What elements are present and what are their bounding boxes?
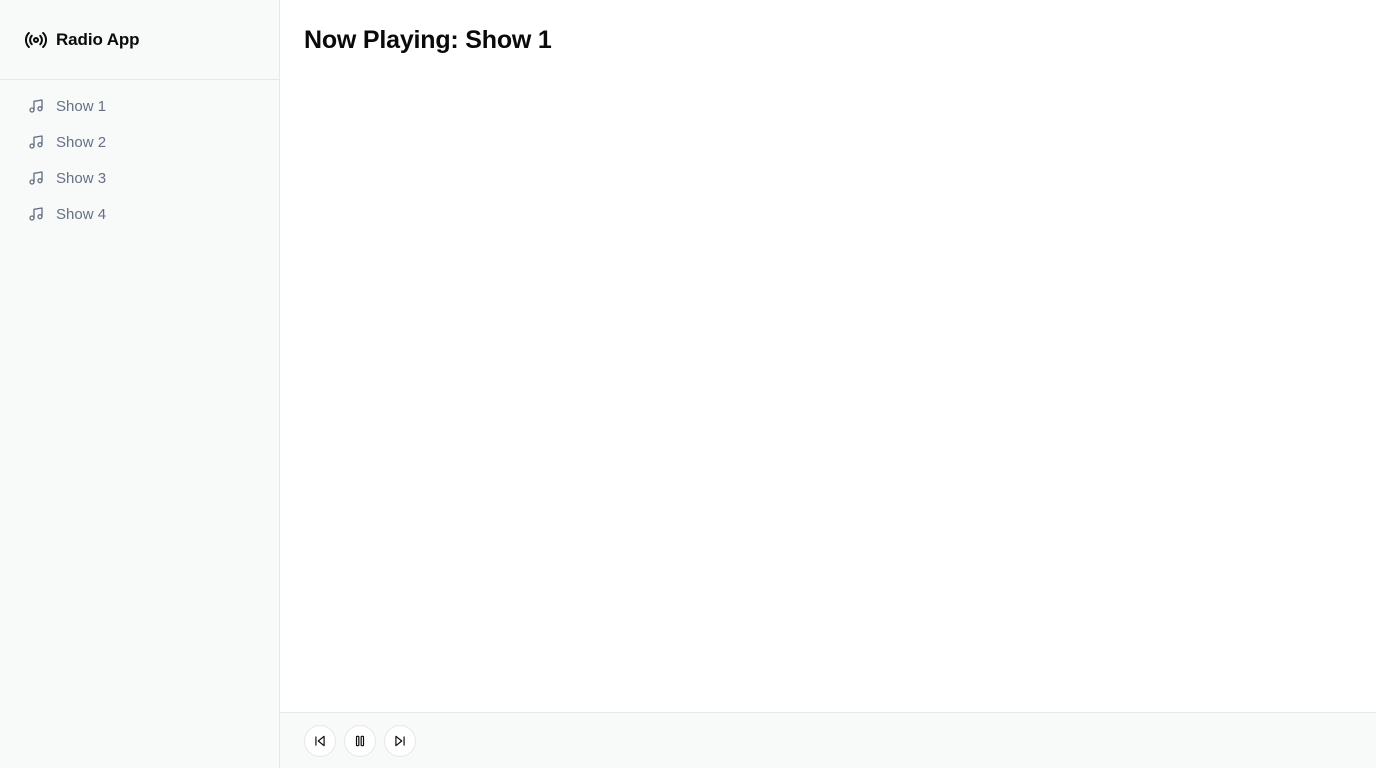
sidebar-item-label: Show 4	[56, 205, 107, 223]
skip-back-icon	[313, 734, 327, 748]
show-list: Show 1 Show 2 Show 3 Show 4	[0, 80, 279, 232]
app-root: Radio App Show 1 Show 2 Show 3 Show 4 No…	[0, 0, 1376, 768]
radio-broadcast-icon	[24, 28, 48, 52]
sidebar-item-show-3[interactable]: Show 3	[0, 160, 279, 196]
music-note-icon	[28, 170, 44, 186]
sidebar-item-show-1[interactable]: Show 1	[0, 88, 279, 124]
main-panel: Now Playing: Show 1	[280, 0, 1376, 768]
sidebar-item-label: Show 3	[56, 169, 107, 187]
skip-forward-icon	[393, 734, 407, 748]
sidebar-item-show-4[interactable]: Show 4	[0, 196, 279, 232]
now-playing-section: Now Playing: Show 1	[280, 0, 1376, 712]
previous-button[interactable]	[304, 724, 336, 757]
sidebar-item-label: Show 1	[56, 97, 107, 115]
sidebar-item-show-2[interactable]: Show 2	[0, 124, 279, 160]
sidebar: Radio App Show 1 Show 2 Show 3 Show 4	[0, 0, 280, 768]
music-note-icon	[28, 98, 44, 114]
next-button[interactable]	[384, 724, 416, 757]
sidebar-item-label: Show 2	[56, 133, 107, 151]
page-title: Now Playing: Show 1	[304, 26, 552, 54]
brand-header: Radio App	[0, 0, 279, 80]
pause-icon	[353, 734, 367, 748]
player-controls	[280, 712, 1376, 768]
music-note-icon	[28, 134, 44, 150]
pause-button[interactable]	[344, 724, 376, 757]
app-title: Radio App	[56, 29, 140, 49]
music-note-icon	[28, 206, 44, 222]
